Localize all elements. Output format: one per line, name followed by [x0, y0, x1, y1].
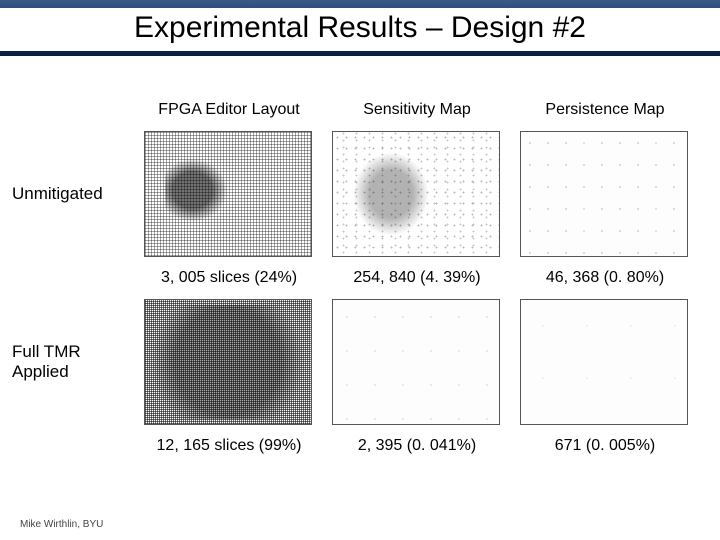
col-header-sensitivity: Sensitivity Map [332, 101, 502, 119]
image-tmr-sensitivity [332, 299, 500, 425]
col-header-persistence: Persistence Map [520, 101, 690, 119]
slide-title: Experimental Results – Design #2 [0, 8, 720, 51]
image-tmr-persistence [520, 299, 688, 425]
caption-unmitigated-persistence: 46, 368 (0. 80%) [520, 269, 690, 287]
results-grid: FPGA Editor Layout Sensitivity Map Persi… [10, 96, 720, 460]
caption-unmitigated-layout: 3, 005 slices (24%) [144, 269, 314, 287]
image-unmitigated-sensitivity [332, 131, 500, 257]
row-label-unmitigated: Unmitigated [10, 184, 126, 204]
title-bar: Experimental Results – Design #2 [0, 0, 720, 56]
col-header-layout: FPGA Editor Layout [144, 101, 314, 119]
caption-tmr-persistence: 671 (0. 005%) [520, 437, 690, 455]
caption-tmr-sensitivity: 2, 395 (0. 041%) [332, 437, 502, 455]
image-tmr-layout [144, 299, 312, 425]
row-label-fulltmr: Full TMR Applied [10, 342, 126, 381]
content-area: FPGA Editor Layout Sensitivity Map Persi… [0, 56, 720, 460]
caption-unmitigated-sensitivity: 254, 840 (4. 39%) [332, 269, 502, 287]
caption-tmr-layout: 12, 165 slices (99%) [144, 437, 314, 455]
footer-author: Mike Wirthlin, BYU [20, 519, 103, 530]
image-unmitigated-persistence [520, 131, 688, 257]
image-unmitigated-layout [144, 131, 312, 257]
